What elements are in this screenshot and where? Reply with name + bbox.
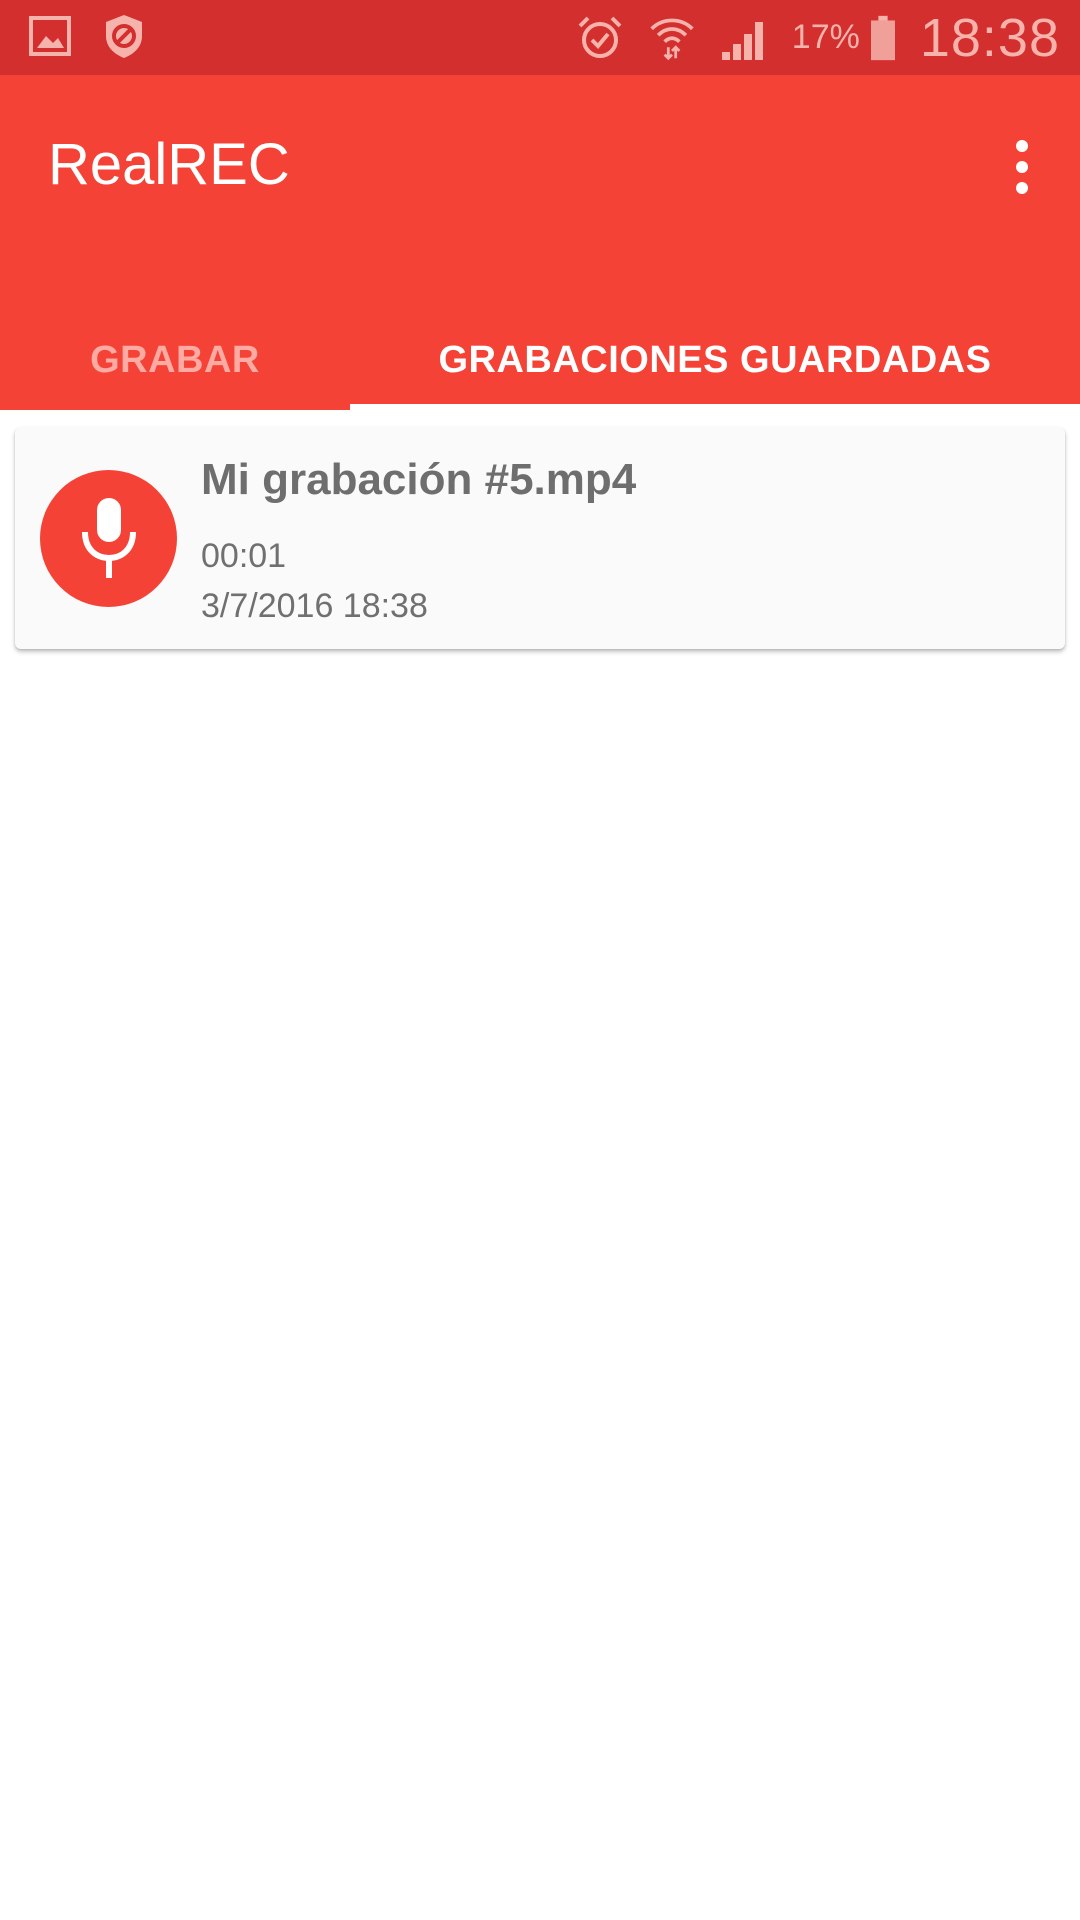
tab-grabaciones-guardadas[interactable]: GRABACIONES GUARDADAS <box>350 310 1080 410</box>
status-bar-right: 17% 18:38 <box>576 0 1060 75</box>
recording-date: 3/7/2016 18:38 <box>201 587 428 625</box>
status-bar-left <box>28 12 146 60</box>
app-bar: RealREC GRABAR GRABACIONES GUARDADAS <box>0 75 1080 410</box>
battery-percent: 17% <box>791 18 860 56</box>
shield-icon <box>106 15 142 58</box>
tab-grabar[interactable]: GRABAR <box>0 310 350 410</box>
more-vert-icon <box>1016 140 1028 152</box>
battery-icon <box>870 15 895 60</box>
recording-avatar <box>40 470 177 607</box>
more-options-button[interactable] <box>1002 127 1042 207</box>
image-icon <box>29 16 71 56</box>
selected-tab-indicator <box>350 404 1080 410</box>
status-bar: 17% 18:38 <box>0 0 1080 75</box>
status-time: 18:38 <box>919 7 1060 68</box>
recording-name: Mi grabación #5.mp4 <box>201 455 637 504</box>
recording-duration: 00:01 <box>201 537 287 575</box>
recording-list-item[interactable]: Mi grabación #5.mp4 00:01 3/7/2016 18:38 <box>15 427 1065 649</box>
app-title: RealREC <box>48 132 290 197</box>
signal-icon <box>721 21 763 60</box>
alarm-icon <box>578 16 622 58</box>
microphone-icon <box>81 497 136 578</box>
tab-bar: GRABAR GRABACIONES GUARDADAS <box>0 310 1080 410</box>
wifi-icon <box>650 18 694 60</box>
